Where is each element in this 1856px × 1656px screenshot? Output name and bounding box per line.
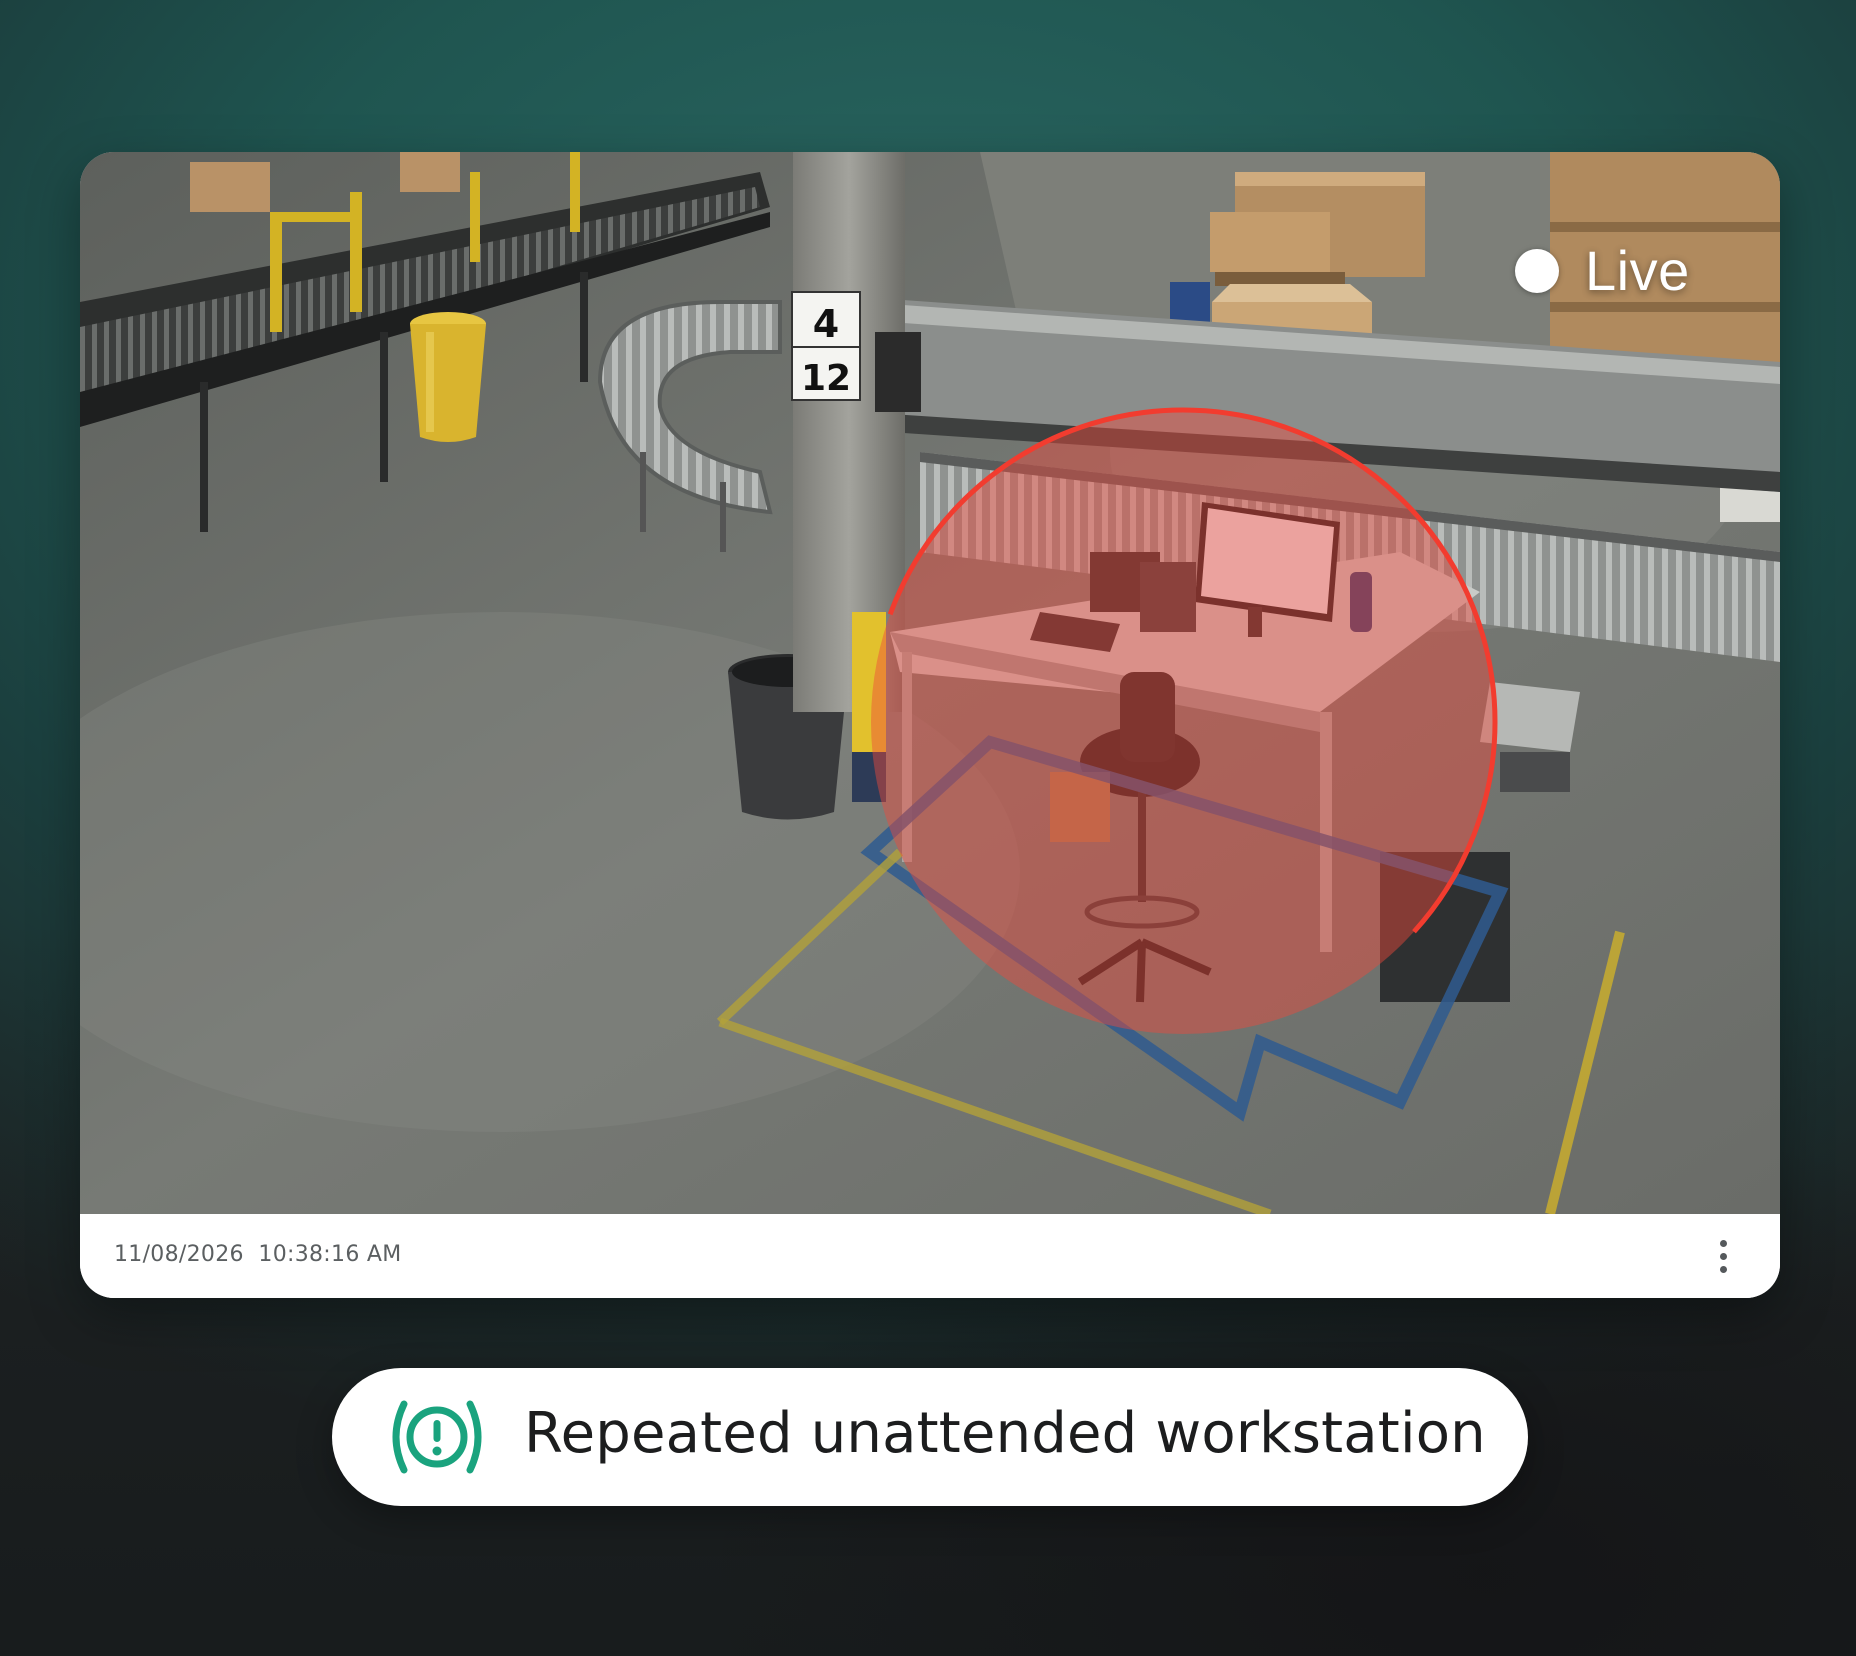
camera-footer: 11/08/2026 10:38:16 AM [80, 1214, 1780, 1298]
pillar-sign: 4 12 [791, 291, 861, 401]
pillar-sign-bottom: 12 [801, 358, 851, 399]
pillar-sign-top: 4 [813, 302, 839, 346]
alert-notification[interactable]: Repeated unattended workstation [332, 1368, 1528, 1506]
more-vertical-icon [1719, 1239, 1727, 1247]
alert-broadcast-icon [392, 1400, 482, 1474]
live-label: Live [1585, 239, 1690, 302]
alert-message: Repeated unattended workstation [524, 1401, 1486, 1466]
live-indicator: Live [1515, 238, 1690, 303]
warehouse-scene: 4 12 [80, 152, 1780, 1214]
timestamp: 11/08/2026 10:38:16 AM [114, 1242, 402, 1267]
alert-highlight-zone [868, 407, 1498, 1037]
live-dot-icon [1515, 248, 1559, 293]
more-options-button[interactable] [1706, 1228, 1740, 1284]
timestamp-date: 11/08/2026 [114, 1242, 244, 1267]
camera-card: 4 12 Live 11/08/2026 10:38:16 AM [80, 152, 1780, 1298]
timestamp-time: 10:38:16 AM [258, 1242, 402, 1267]
camera-feed[interactable]: 4 12 Live [80, 152, 1780, 1214]
yellow-bin [410, 312, 486, 442]
